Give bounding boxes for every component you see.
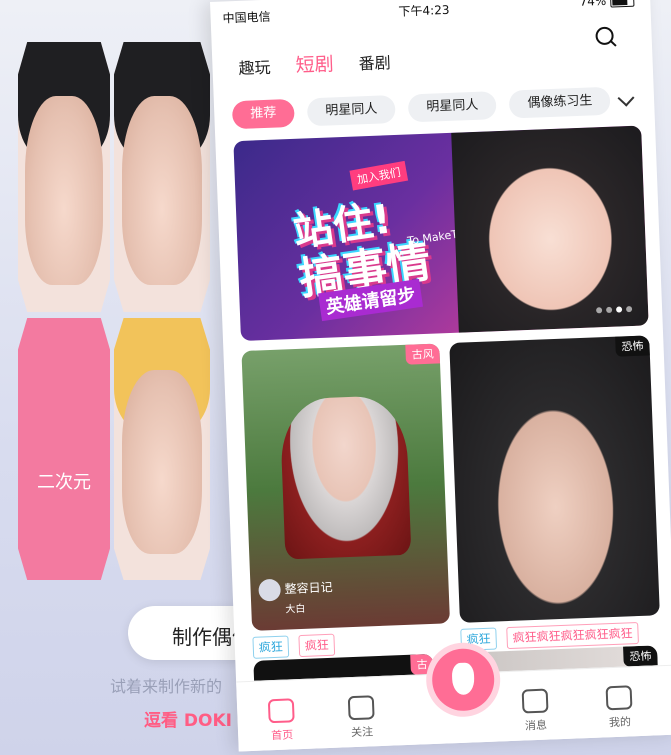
battery-icon bbox=[610, 0, 635, 8]
battery-indicator: 74% bbox=[579, 0, 635, 9]
carousel-dot[interactable] bbox=[615, 306, 623, 313]
tab-fun[interactable]: 趣玩 bbox=[238, 54, 271, 79]
author-info[interactable]: 整容日记 大白 bbox=[258, 577, 333, 617]
genre-tag: 恐怖 bbox=[623, 645, 658, 667]
keyword-tag[interactable]: 疯狂疯狂疯狂疯狂疯狂 bbox=[506, 622, 639, 650]
category-chips: 推荐 明星同人 明星同人 偶像练习生 bbox=[231, 85, 653, 133]
author-subname: 大白 bbox=[285, 603, 306, 616]
hint-text: 试着来制作新的 bbox=[110, 677, 223, 696]
clock: 下午4:23 bbox=[398, 2, 450, 19]
genre-tag: 古风 bbox=[405, 343, 441, 365]
tab-short-drama[interactable]: 短剧 bbox=[295, 49, 334, 77]
keyword-tag[interactable]: 疯狂 bbox=[252, 635, 290, 659]
bunny-icon bbox=[451, 662, 475, 696]
carousel-dot[interactable] bbox=[606, 306, 613, 314]
tab-follow[interactable]: 关注 bbox=[331, 695, 393, 741]
follow-icon bbox=[347, 695, 375, 721]
hero-banner[interactable]: 加入我们 站住! 搞事情 To MakeThings 英雄请留步 bbox=[233, 125, 649, 342]
banner-join-label: 加入我们 bbox=[349, 160, 409, 191]
chip-recommended[interactable]: 推荐 bbox=[231, 98, 295, 130]
keyword-tag[interactable]: 疯狂 bbox=[298, 633, 336, 658]
message-icon bbox=[521, 688, 549, 714]
avatar-tile bbox=[18, 42, 110, 312]
video-card[interactable]: 古风 整容日记 大白 bbox=[241, 343, 451, 631]
genre-tag: 恐怖 bbox=[615, 335, 650, 357]
video-card[interactable]: 恐怖 bbox=[449, 335, 660, 623]
top-tabs: 趣玩 短剧 番剧 bbox=[238, 46, 411, 83]
status-bar: 中国电信 下午4:23 74% bbox=[210, 0, 651, 32]
home-icon bbox=[267, 698, 295, 724]
avatar bbox=[258, 578, 282, 602]
author-name: 整容日记 bbox=[284, 580, 333, 597]
carousel-dots bbox=[592, 297, 633, 318]
chip-star-fan[interactable]: 明星同人 bbox=[306, 94, 396, 127]
tab-anime[interactable]: 番剧 bbox=[358, 49, 391, 74]
profile-icon bbox=[605, 685, 633, 711]
chip-star-fan[interactable]: 明星同人 bbox=[407, 91, 497, 123]
carousel-dot[interactable] bbox=[596, 307, 603, 314]
tab-home[interactable]: 首页 bbox=[251, 698, 313, 744]
avatar-tile bbox=[114, 42, 210, 312]
tab-messages[interactable]: 消息 bbox=[505, 688, 567, 734]
phone-screen: 中国电信 下午4:23 74% 趣玩 短剧 番剧 推荐 明星同人 明星同人 偶像… bbox=[210, 0, 671, 752]
chip-idol-trainee[interactable]: 偶像练习生 bbox=[508, 86, 611, 119]
carrier-label: 中国电信 bbox=[222, 9, 271, 26]
search-icon[interactable] bbox=[595, 26, 614, 46]
carousel-dot[interactable] bbox=[625, 306, 633, 313]
avatar-tile bbox=[114, 318, 210, 580]
tab-profile[interactable]: 我的 bbox=[589, 685, 651, 731]
genre-tag: 古 bbox=[410, 653, 434, 675]
category-tile-2d[interactable]: 二次元 bbox=[18, 318, 110, 580]
character-image bbox=[279, 394, 412, 560]
category-tile-label: 二次元 bbox=[37, 472, 91, 493]
keyword-tag[interactable]: 疯狂 bbox=[460, 627, 498, 651]
